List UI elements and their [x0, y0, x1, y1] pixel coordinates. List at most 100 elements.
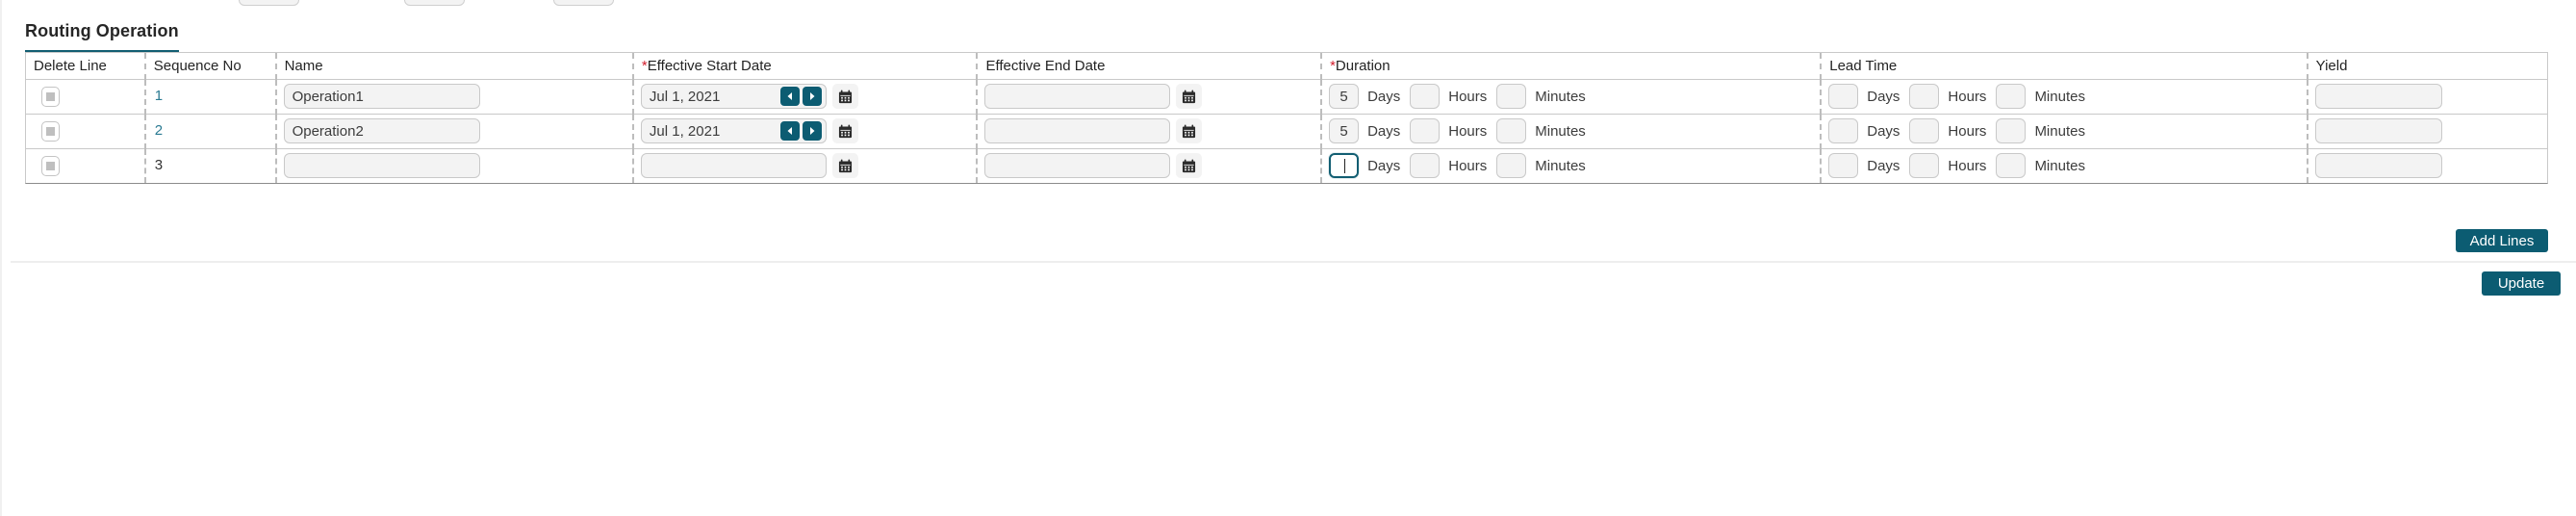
lead-time-hours-label: Hours — [1948, 88, 1987, 105]
effective-start-date-calendar-icon[interactable] — [831, 84, 858, 109]
yield-input[interactable] — [2314, 118, 2442, 143]
effective-end-date-input[interactable] — [984, 153, 1171, 179]
chevron-left-icon[interactable] — [779, 121, 800, 141]
duration-days-input[interactable] — [1329, 153, 1360, 179]
lead-time-group: Days Hours Minutes — [1828, 153, 2306, 179]
duration-days-input[interactable]: 5 — [1329, 84, 1360, 109]
lead-time-group: Days Hours Minutes — [1828, 118, 2306, 143]
duration-group: 5 Days Hours Minutes — [1329, 84, 1820, 109]
column-header-duration: *Duration — [1320, 53, 1822, 80]
duration-minutes-input[interactable] — [1496, 118, 1527, 143]
table-row: 1 Operation1 Jul 1, 2021 5 Days Hours Minutes D… — [26, 79, 2547, 114]
text-cursor — [1344, 158, 1346, 173]
cell-name — [274, 147, 633, 183]
lead-time-group: Days Hours Minutes — [1828, 84, 2306, 109]
cell-lead-time: Days Hours Minutes — [1820, 147, 2308, 183]
lead-time-minutes-input[interactable] — [1996, 153, 2027, 179]
duration-minutes-label: Minutes — [1535, 157, 1586, 174]
cell-effective-end-date — [976, 79, 1322, 114]
delete-line-checkbox[interactable] — [41, 86, 60, 107]
delete-line-checkbox[interactable] — [41, 155, 60, 176]
effective-end-date-calendar-icon[interactable] — [1176, 153, 1203, 179]
column-header-delete-line: Delete Line — [26, 53, 145, 80]
tab-routing-operation[interactable]: Routing Operation — [25, 21, 179, 54]
duration-hours-label: Hours — [1448, 157, 1488, 174]
lead-time-days-label: Days — [1867, 122, 1900, 140]
duration-hours-input[interactable] — [1410, 118, 1441, 143]
yield-input[interactable] — [2314, 84, 2442, 109]
cell-effective-start-date — [631, 147, 978, 183]
column-label-2: Name — [284, 57, 323, 74]
duration-hours-input[interactable] — [1410, 153, 1441, 179]
lead-time-days-input[interactable] — [1828, 153, 1859, 179]
column-label-0: Delete Line — [34, 57, 107, 74]
duration-minutes-input[interactable] — [1496, 84, 1527, 109]
lead-time-days-input[interactable] — [1828, 118, 1859, 143]
cell-effective-start-date: Jul 1, 2021 — [631, 79, 978, 114]
effective-start-date-input[interactable] — [640, 153, 827, 179]
duration-hours-label: Hours — [1448, 88, 1488, 105]
effective-start-date-calendar-icon[interactable] — [831, 153, 858, 179]
effective-start-date-calendar-icon[interactable] — [831, 118, 858, 143]
update-button[interactable]: Update — [2482, 271, 2561, 296]
effective-end-date-group — [984, 84, 1320, 109]
cell-duration: 5 Days Hours Minutes — [1320, 113, 1822, 148]
cell-name: Operation2 — [274, 113, 633, 148]
chevron-right-icon[interactable] — [802, 121, 822, 141]
lead-time-hours-label: Hours — [1948, 157, 1987, 174]
lead-time-days-label: Days — [1867, 157, 1900, 174]
duration-minutes-label: Minutes — [1535, 122, 1586, 140]
duration-hours-input[interactable] — [1410, 84, 1441, 109]
column-label-1: Sequence No — [153, 57, 242, 74]
effective-start-date-stepper — [779, 121, 824, 141]
sequence-no-link[interactable]: 1 — [153, 88, 163, 104]
cell-sequence-no: 1 — [143, 79, 276, 114]
clipped-field-3 — [553, 0, 614, 6]
lead-time-hours-input[interactable] — [1909, 118, 1940, 143]
effective-end-date-input[interactable] — [984, 118, 1171, 143]
sequence-no-text: 3 — [154, 157, 164, 174]
duration-days-label: Days — [1367, 88, 1401, 105]
name-input[interactable] — [283, 153, 480, 179]
effective-end-date-calendar-icon[interactable] — [1176, 118, 1203, 143]
duration-days-input[interactable]: 5 — [1329, 118, 1360, 143]
routing-operation-grid: Delete Line Sequence No Name *Effective … — [25, 52, 2548, 184]
effective-start-date-stepper — [779, 87, 824, 106]
section-title: Routing Operation — [25, 21, 179, 40]
name-input[interactable]: Operation2 — [283, 118, 480, 143]
effective-end-date-calendar-icon[interactable] — [1176, 84, 1203, 109]
clipped-fields-above — [0, 0, 2576, 6]
delete-line-checkbox[interactable] — [41, 120, 60, 142]
cell-sequence-no: 3 — [143, 147, 276, 183]
column-label-7: Yield — [2315, 57, 2348, 74]
lead-time-minutes-input[interactable] — [1996, 84, 2027, 109]
sequence-no-link[interactable]: 2 — [153, 122, 163, 139]
cell-duration: 5 Days Hours Minutes — [1320, 79, 1822, 114]
lead-time-hours-input[interactable] — [1909, 153, 1940, 179]
effective-start-date-group: Jul 1, 2021 — [640, 84, 977, 109]
duration-minutes-input[interactable] — [1496, 153, 1527, 179]
checkbox-icon — [46, 91, 55, 101]
column-label-4: Effective End Date — [985, 57, 1106, 74]
cell-effective-end-date — [976, 113, 1322, 148]
cell-delete-line — [26, 79, 145, 114]
effective-end-date-group — [984, 118, 1320, 143]
effective-end-date-input[interactable] — [984, 84, 1171, 109]
duration-group: Days Hours Minutes — [1329, 153, 1820, 179]
chevron-right-icon[interactable] — [802, 87, 822, 106]
lead-time-hours-input[interactable] — [1909, 84, 1940, 109]
effective-start-date-input[interactable]: Jul 1, 2021 — [640, 84, 827, 109]
lead-time-minutes-input[interactable] — [1996, 118, 2027, 143]
add-lines-button[interactable]: Add Lines — [2456, 229, 2548, 252]
cell-duration: Days Hours Minutes — [1320, 147, 1822, 183]
effective-start-date-group: Jul 1, 2021 — [640, 118, 977, 143]
effective-start-date-input[interactable]: Jul 1, 2021 — [640, 118, 827, 143]
name-input[interactable]: Operation1 — [283, 84, 480, 109]
yield-input[interactable] — [2314, 153, 2442, 179]
column-header-sequence-no: Sequence No — [143, 53, 276, 80]
cell-yield — [2306, 147, 2547, 183]
duration-hours-label: Hours — [1448, 122, 1488, 140]
clipped-field-1 — [239, 0, 299, 6]
lead-time-days-input[interactable] — [1828, 84, 1859, 109]
chevron-left-icon[interactable] — [779, 87, 800, 106]
